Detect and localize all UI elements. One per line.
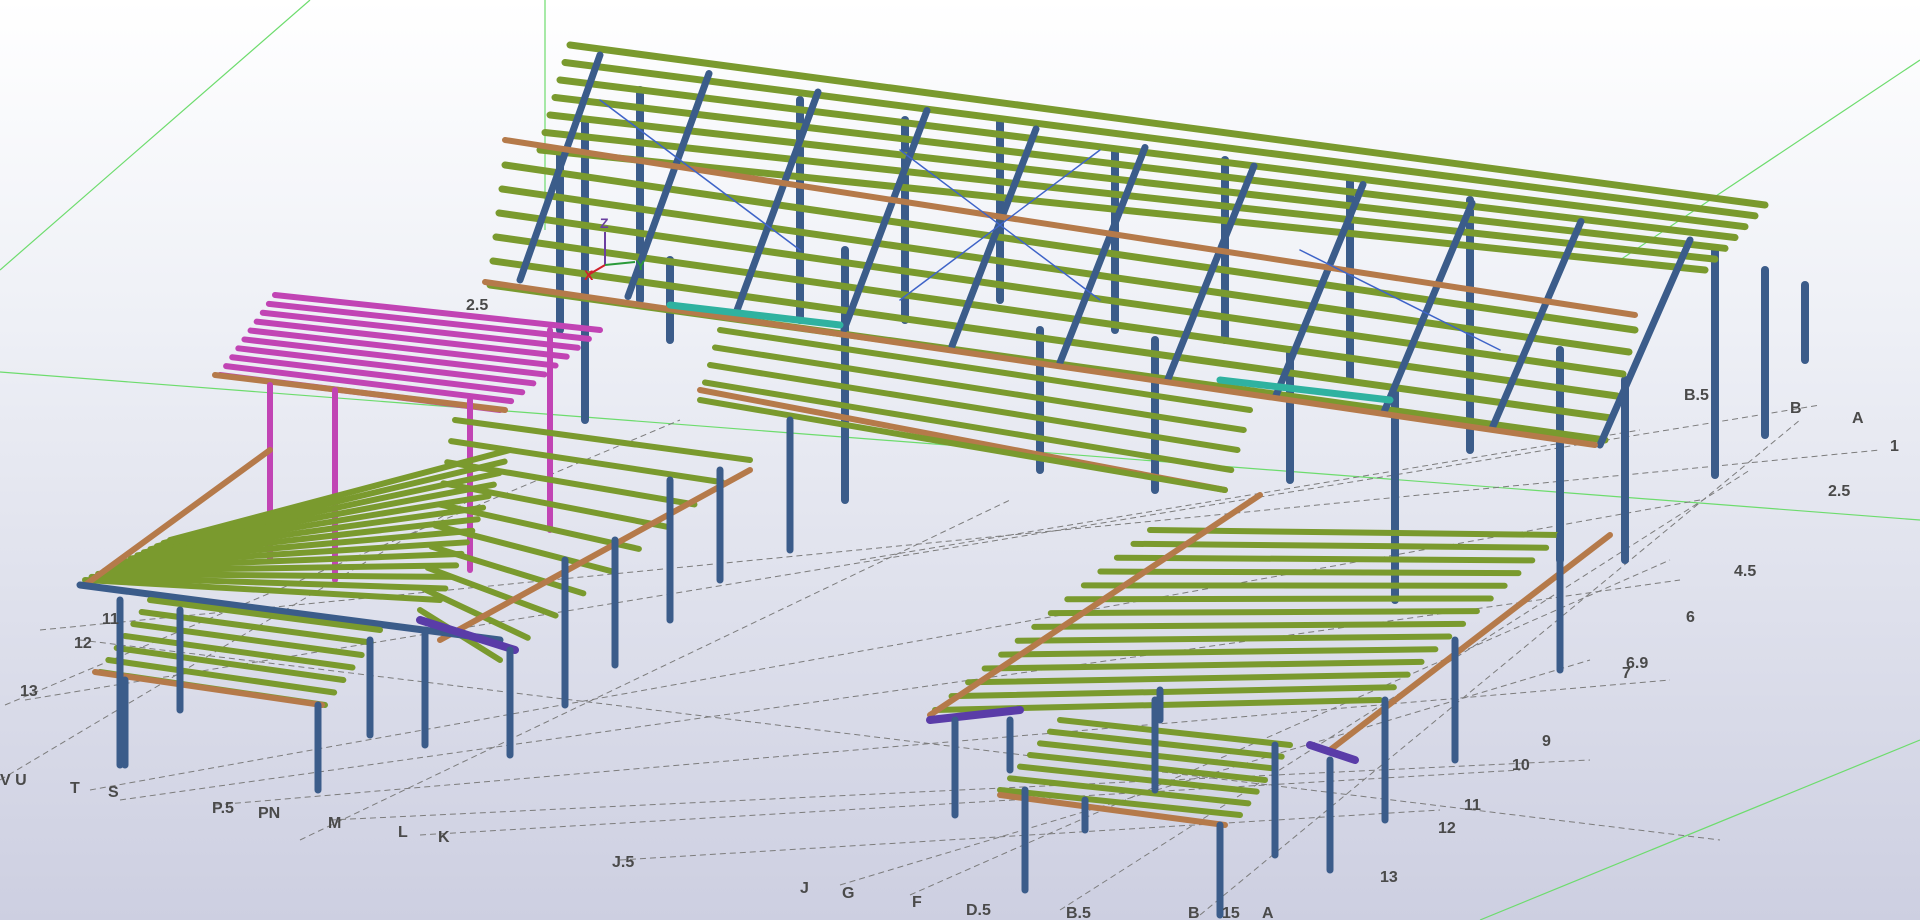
grid-label-b5-top: B.5 xyxy=(1684,387,1709,404)
grid-label-pn: PN xyxy=(258,805,280,822)
left-annex-structure xyxy=(76,416,794,794)
grid-label-9: 9 xyxy=(1542,733,1551,750)
platform-joist xyxy=(1017,763,1260,795)
grid-label-vu: V U xyxy=(0,772,27,789)
annex-purlin xyxy=(428,543,587,597)
grid-label-j: J xyxy=(800,880,809,897)
grid-label-2-5-upper: 2.5 xyxy=(466,297,488,314)
grid-label-12-left: 12 xyxy=(74,635,92,652)
axis-x-label: X xyxy=(584,267,594,283)
steel-structure-model[interactable]: Z X Y V U T S P.5 PN M L K J.5 J G F D.5… xyxy=(0,0,1920,920)
grid-label-7: 7 xyxy=(1622,665,1631,682)
annex-purlin xyxy=(998,646,1439,658)
annex-purlin xyxy=(965,671,1411,686)
annex-purlin xyxy=(1064,595,1494,603)
grid-label-4-5: 4.5 xyxy=(1734,563,1756,580)
grid-label-13-right: 13 xyxy=(1380,869,1398,886)
grid-label-k: K xyxy=(438,829,450,846)
model-3d-viewport[interactable]: Z X Y V U T S P.5 PN M L K J.5 J G F D.5… xyxy=(0,0,1920,920)
annex-purlin xyxy=(1097,568,1522,577)
grid-label-f: F xyxy=(912,894,922,911)
grid-label-11-left: 11 xyxy=(102,611,119,628)
grid-label-t: T xyxy=(70,780,80,797)
platform-joist xyxy=(1057,717,1293,748)
annex-purlin xyxy=(432,522,615,575)
grid-label-b-top: B xyxy=(1790,400,1802,417)
axis-z-label: Z xyxy=(600,215,609,231)
roof-purlin xyxy=(566,41,1769,209)
annex-purlin xyxy=(1047,608,1480,617)
annex-purlin xyxy=(948,684,1397,700)
grid-label-b-bottom: B xyxy=(1188,905,1200,920)
grid-label-2-5: 2.5 xyxy=(1828,483,1850,500)
grid-label-10: 10 xyxy=(1512,757,1530,774)
annex-purlin xyxy=(1130,540,1550,551)
grid-label-12-right: 12 xyxy=(1438,820,1456,837)
annex-purlin xyxy=(1014,633,1453,644)
grid-label-p5: P.5 xyxy=(212,800,234,817)
grid-label-l: L xyxy=(398,824,408,841)
platform-joist xyxy=(1047,728,1285,760)
grid-label-s: S xyxy=(108,784,119,801)
grid-label-13-left: 13 xyxy=(20,683,38,700)
grid-label-g: G xyxy=(842,885,854,902)
annex-edge-beam xyxy=(1327,532,1613,753)
annex-purlin xyxy=(981,658,1425,672)
grid-label-b5-bottom: B.5 xyxy=(1066,905,1091,920)
grid-label-a-bottom: A xyxy=(1262,905,1274,920)
annex-purlin xyxy=(1031,620,1467,630)
work-area-boundary xyxy=(0,0,1920,920)
grid-label-11-right: 11 xyxy=(1464,797,1481,814)
roof-rafter xyxy=(1596,236,1694,449)
right-annex-structure xyxy=(926,492,1613,919)
grid-label-a-top: A xyxy=(1852,410,1864,427)
grid-label-j5: J.5 xyxy=(612,854,634,871)
axis-y-label: Y xyxy=(636,257,646,273)
grid-label-6: 6 xyxy=(1686,609,1695,626)
grid-label-15: 15 xyxy=(1222,905,1240,920)
platform-joist xyxy=(1027,752,1268,783)
main-hall-roof xyxy=(482,41,1769,493)
grid-label-d5: D.5 xyxy=(966,902,991,919)
annex-purlin xyxy=(1113,554,1536,564)
grid-label-1: 1 xyxy=(1890,438,1899,455)
grid-label-m: M xyxy=(328,815,341,832)
